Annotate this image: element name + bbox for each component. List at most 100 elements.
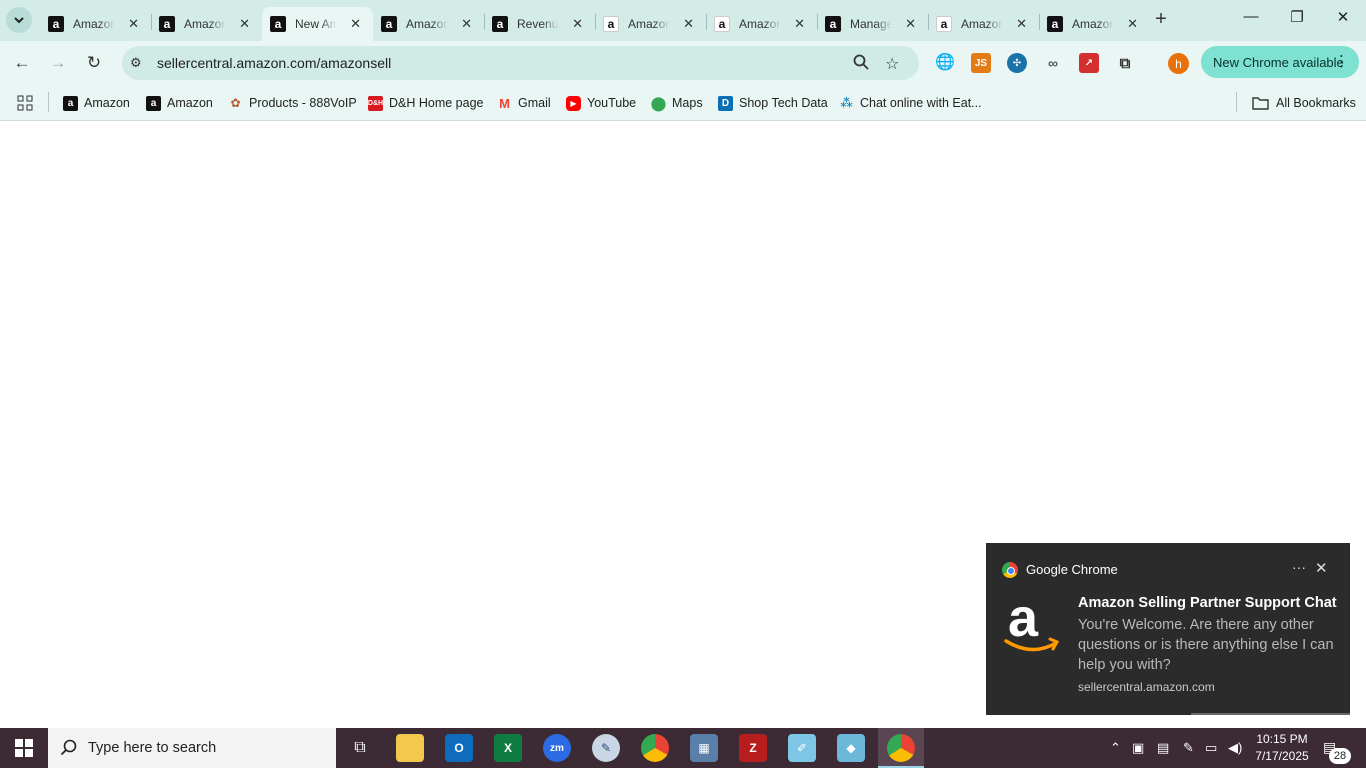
bookmark-gmail[interactable]: M Gmail	[497, 93, 551, 113]
taskbar-clock[interactable]: 10:15 PM 7/17/2025	[1254, 731, 1310, 765]
search-placeholder: Type here to search	[88, 740, 217, 756]
tray-network-icon[interactable]: ▤	[1157, 740, 1169, 756]
zoom-icon[interactable]	[853, 54, 869, 75]
calculator-icon[interactable]: ▦	[690, 734, 718, 762]
tab-9[interactable]: a Amazon ✕	[1039, 7, 1150, 41]
taskbar-search-box[interactable]: Type here to search	[48, 728, 336, 768]
amazon-logo-icon: a	[1002, 588, 1062, 657]
tab-title: Amazon	[406, 17, 448, 31]
close-tab-icon[interactable]: ✕	[683, 16, 694, 32]
tab-1[interactable]: a Amazon ✕	[151, 7, 262, 41]
close-tab-icon[interactable]: ✕	[794, 16, 805, 32]
new-chrome-available-button[interactable]: New Chrome available ⋮	[1201, 46, 1359, 78]
app-diamond-icon[interactable]: ◆	[837, 734, 865, 762]
amazon-favicon-icon: a	[381, 16, 397, 32]
outlook-icon[interactable]: O	[445, 734, 473, 762]
bookmark-label: YouTube	[587, 96, 637, 110]
minimize-button[interactable]: —	[1228, 8, 1274, 25]
bookmark-tech-data[interactable]: D Shop Tech Data	[718, 93, 828, 113]
extension-red-icon[interactable]: ↗	[1079, 53, 1099, 73]
tray-overflow-icon[interactable]: ⌃	[1110, 740, 1121, 756]
amazon-favicon-icon: a	[1047, 16, 1063, 32]
wifi-icon[interactable]: ▭	[1205, 740, 1217, 756]
zoom-app-icon[interactable]: zm	[543, 734, 571, 762]
close-tab-icon[interactable]: ✕	[128, 16, 139, 32]
notification-title: Amazon Selling Partner Support Chat	[1078, 595, 1337, 611]
bookmark-888voip[interactable]: ✿ Products - 888VoIP	[228, 93, 356, 113]
notification-app-name: Google Chrome	[1026, 562, 1118, 577]
chat-icon: ⁂	[840, 96, 853, 110]
translate-icon[interactable]: 🌐	[935, 52, 955, 72]
tab-2-active[interactable]: a New Amazon ✕	[262, 7, 373, 41]
amazon-favicon-icon: a	[603, 16, 619, 32]
volume-icon[interactable]: ◀)	[1228, 740, 1242, 756]
tray-app-icon[interactable]: ▣	[1132, 740, 1144, 756]
folder-icon	[1252, 97, 1269, 110]
forward-button[interactable]: →	[45, 50, 71, 76]
close-tab-icon[interactable]: ✕	[905, 16, 916, 32]
reload-button[interactable]: ↻	[81, 50, 107, 76]
bookmark-star-icon[interactable]: ☆	[885, 54, 899, 74]
dh-icon: D&H	[368, 95, 383, 111]
amazon-favicon-icon: a	[48, 16, 64, 32]
paint-app-icon[interactable]: ✎	[592, 734, 620, 762]
js-extension-icon[interactable]: JS	[971, 53, 991, 73]
chrome-taskbar-icon[interactable]	[641, 734, 669, 762]
close-tab-icon[interactable]: ✕	[350, 16, 361, 32]
tab-4[interactable]: a Revenue ✕	[484, 7, 595, 41]
tab-7[interactable]: a Manage ✕	[817, 7, 928, 41]
bookmark-label: D&H Home page	[389, 96, 484, 110]
bookmark-amazon-1[interactable]: a Amazon	[63, 93, 130, 113]
close-tab-icon[interactable]: ✕	[572, 16, 583, 32]
bookmark-amazon-2[interactable]: a Amazon	[146, 93, 213, 113]
start-button[interactable]	[0, 728, 48, 768]
file-explorer-icon[interactable]	[396, 734, 424, 762]
amazon-favicon-icon: a	[936, 16, 952, 32]
excel-icon[interactable]: X	[494, 734, 522, 762]
task-view-icon[interactable]: ⧉	[346, 734, 374, 762]
bookmark-maps[interactable]: ⬤ Maps	[651, 93, 703, 113]
address-bar[interactable]: ⚙ sellercentral.amazon.com/amazonsell ☆	[122, 46, 919, 80]
tab-0[interactable]: a Amazon ✕	[40, 7, 151, 41]
notepad-icon[interactable]: ✐	[788, 734, 816, 762]
more-horizontal-icon[interactable]: ···	[1292, 559, 1306, 575]
all-bookmarks-button[interactable]: All Bookmarks	[1252, 93, 1356, 113]
chrome-profile-taskbar-icon[interactable]	[887, 734, 915, 762]
tab-strip: a Amazon ✕ a Amazon ✕ a New Amazon ✕ a A…	[0, 0, 1366, 41]
close-tab-icon[interactable]: ✕	[1016, 16, 1027, 32]
close-window-button[interactable]: ✕	[1320, 8, 1366, 26]
techdata-icon: D	[718, 95, 733, 111]
bookmark-label: Amazon	[84, 96, 130, 110]
close-tab-icon[interactable]: ✕	[461, 16, 472, 32]
close-notification-icon[interactable]: ✕	[1315, 559, 1328, 577]
back-button[interactable]: ←	[9, 50, 35, 76]
close-tab-icon[interactable]: ✕	[239, 16, 250, 32]
notification-count-badge: 28	[1329, 748, 1351, 764]
extension-blue-icon[interactable]: ✣	[1007, 53, 1027, 73]
extensions-puzzle-icon[interactable]: ⧉	[1115, 53, 1135, 73]
bookmarks-bar: a Amazon a Amazon ✿ Products - 888VoIP D…	[0, 85, 1366, 121]
profile-avatar[interactable]: h	[1168, 53, 1189, 74]
url-text[interactable]: sellercentral.amazon.com/amazonsell	[157, 55, 391, 71]
tab-6[interactable]: a Amazon ✕	[706, 7, 817, 41]
tab-3[interactable]: a Amazon ✕	[373, 7, 484, 41]
tab-title: Amazon	[739, 17, 781, 31]
tab-search-button[interactable]	[6, 7, 32, 33]
filezilla-icon[interactable]: Z	[739, 734, 767, 762]
chrome-icon	[1002, 562, 1018, 578]
bookmark-dh[interactable]: D&H D&H Home page	[368, 93, 484, 113]
extension-link-icon[interactable]: ∞	[1043, 53, 1063, 73]
close-tab-icon[interactable]: ✕	[1127, 16, 1138, 32]
apps-grid-button[interactable]	[17, 93, 33, 113]
site-info-icon[interactable]: ⚙	[130, 55, 142, 71]
restore-button[interactable]: ❐	[1274, 8, 1320, 26]
tray-pen-icon[interactable]: ✎	[1183, 740, 1194, 756]
new-tab-button[interactable]: +	[1150, 8, 1172, 30]
windows-taskbar: Type here to search ⧉ O X zm ✎ ▦ Z ✐ ◆ ⌃…	[0, 728, 1366, 768]
more-vert-icon[interactable]: ⋮	[1334, 52, 1349, 70]
chrome-notification[interactable]: Google Chrome ··· ✕ a Amazon Selling Par…	[986, 543, 1350, 715]
bookmark-youtube[interactable]: ▶ YouTube	[566, 93, 636, 113]
bookmark-chat-online[interactable]: ⁂ Chat online with Eat...	[839, 93, 981, 113]
tab-5[interactable]: a Amazon ✕	[595, 7, 706, 41]
tab-8[interactable]: a Amazon ✕	[928, 7, 1039, 41]
